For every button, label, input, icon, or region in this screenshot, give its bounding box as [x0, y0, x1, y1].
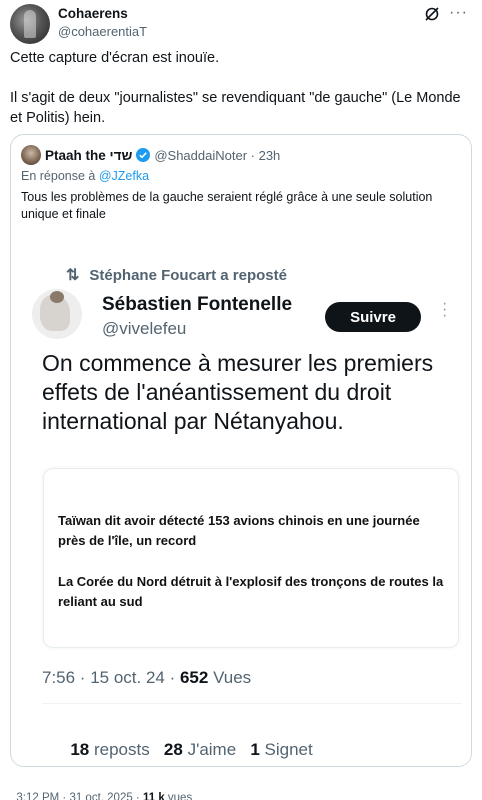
- tweet-timestamp[interactable]: 3:12 PM · 31 oct. 2025 ·: [16, 792, 143, 800]
- repost-indicator: ⇅ Stéphane Foucart a reposté: [66, 265, 287, 285]
- author-avatar[interactable]: [10, 4, 50, 44]
- news-headline: La Corée du Nord détruit à l'explosif de…: [58, 574, 444, 609]
- grok-icon[interactable]: [424, 6, 440, 22]
- quoted-tweet-text: Tous les problèmes de la gauche seraient…: [21, 190, 433, 221]
- screenshot-views-label: Vues: [208, 668, 252, 687]
- screenshot-author-handle: @vivelefeu: [102, 319, 187, 338]
- tweet-text: Cette capture d'écran est inouïe. Il s'a…: [10, 48, 472, 148]
- news-headline: Taïwan dit avoir détecté 153 avions chin…: [58, 513, 420, 548]
- screenshot-author-name: Sébastien Fontenelle: [102, 294, 293, 315]
- reposts-label: reposts: [89, 740, 150, 759]
- bookmarks-count: 1: [250, 740, 260, 759]
- quoted-author-avatar[interactable]: [21, 145, 41, 165]
- bookmarks-label: Signet: [259, 740, 313, 759]
- screenshot-timestamp: 7:56 · 15 oct. 24 · 652 Vues: [42, 668, 251, 688]
- tweet-paragraph: Cette capture d'écran est inouïe.: [10, 50, 220, 66]
- screenshot-author-avatar: [32, 289, 82, 339]
- quoted-author-name[interactable]: Ptaah the שדי: [45, 148, 132, 163]
- likes-count: 28: [163, 740, 183, 759]
- screenshot-time: 7:56 · 15 oct. 24 ·: [42, 668, 180, 687]
- quoted-author-handle[interactable]: @ShaddaiNoter: [154, 148, 247, 163]
- author-name[interactable]: Cohaerens: [58, 6, 128, 21]
- screenshot-views-count: 652: [179, 668, 209, 687]
- repost-text: Stéphane Foucart a reposté: [89, 266, 287, 284]
- meta-separator: ·: [247, 147, 259, 163]
- tweet-views-label: vues: [164, 792, 193, 800]
- divider: [42, 703, 462, 704]
- quoted-tweet[interactable]: Ptaah the שדי @ShaddaiNoter · 23h En rép…: [10, 134, 472, 767]
- news-card: Taïwan dit avoir détecté 153 avions chin…: [43, 468, 459, 648]
- repost-icon: ⇅: [66, 267, 80, 284]
- reply-handle-link[interactable]: @JZefka: [99, 169, 149, 183]
- reply-context: En réponse à @JZefka: [21, 169, 149, 183]
- quoted-tweet-header: Ptaah the שדי @ShaddaiNoter · 23h: [21, 145, 461, 165]
- author-handle[interactable]: @cohaerentiaT: [58, 24, 147, 39]
- tweet-footer-meta: 3:12 PM · 31 oct. 2025 · 11 k vues: [10, 780, 192, 800]
- tweet-header: Cohaerens @cohaerentiaT ···: [10, 4, 472, 44]
- tweet-paragraph: Il s'agit de deux "journalistes" se reve…: [10, 90, 461, 126]
- screenshot-follow-button: Suivre: [325, 302, 421, 332]
- screenshot-stats: 18 reposts 28 J'aime 1 Signet: [42, 720, 313, 766]
- quoted-timestamp[interactable]: 23h: [259, 148, 281, 163]
- screenshot-tweet-text: On commence à mesurer les premiers effet…: [42, 350, 434, 434]
- tweet-views-count: 11 k: [142, 792, 165, 800]
- screenshot-more-icon: · · ·: [442, 295, 448, 324]
- reply-prefix: En réponse à: [21, 169, 99, 183]
- verified-badge-icon: [136, 148, 151, 162]
- more-icon[interactable]: ···: [449, 4, 468, 22]
- screenshot-image[interactable]: ⇅ Stéphane Foucart a reposté Sébastien F…: [12, 241, 471, 766]
- likes-label: J'aime: [182, 740, 237, 759]
- reposts-count: 18: [70, 740, 90, 759]
